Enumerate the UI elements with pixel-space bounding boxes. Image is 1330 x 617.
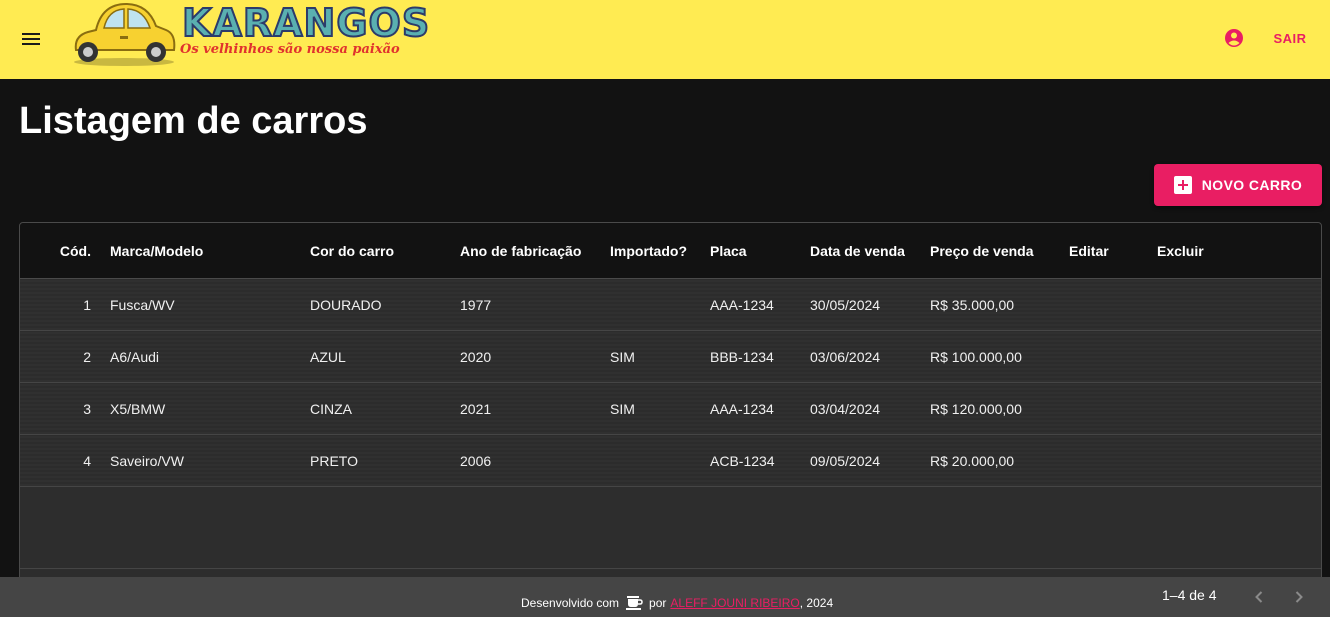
cell-plate: BBB-1234 xyxy=(710,349,774,365)
pagination-range: 1–4 de 4 xyxy=(1162,587,1217,603)
cell-price: R$ 20.000,00 xyxy=(930,453,1015,469)
cell-sale-date: 30/05/2024 xyxy=(810,297,881,313)
footer: Desenvolvido com por ALEFF JOUNI RIBEIRO… xyxy=(0,577,1330,617)
cell-color: PRETO xyxy=(310,453,358,469)
cell-price: R$ 120.000,00 xyxy=(930,401,1022,417)
table-footer-divider xyxy=(20,568,1321,569)
footer-by: por xyxy=(649,596,667,610)
menu-button[interactable] xyxy=(18,26,44,52)
cell-year: 2021 xyxy=(460,401,492,417)
column-header-price[interactable]: Preço de venda xyxy=(930,223,1034,279)
cell-id: 2 xyxy=(83,349,91,365)
chevron-left-icon xyxy=(1255,591,1263,603)
cell-model: Saveiro/VW xyxy=(110,453,184,469)
cell-plate: ACB-1234 xyxy=(710,453,775,469)
add-box-icon xyxy=(1173,176,1192,194)
cell-id: 3 xyxy=(83,401,91,417)
coffee-icon xyxy=(626,596,643,610)
cell-imported: SIM xyxy=(610,401,635,417)
cell-sale-date: 03/04/2024 xyxy=(810,401,881,417)
logout-button[interactable]: SAIR xyxy=(1262,22,1318,54)
account-button[interactable] xyxy=(1222,26,1246,50)
new-car-button[interactable]: NOVO CARRO xyxy=(1154,164,1322,206)
cell-year: 2020 xyxy=(460,349,492,365)
cell-year: 2006 xyxy=(460,453,492,469)
column-header-edit[interactable]: Editar xyxy=(1069,223,1109,279)
table-row[interactable]: 3 X5/BMW CINZA 2021 SIM AAA-1234 03/04/2… xyxy=(20,383,1321,435)
column-header-delete[interactable]: Excluir xyxy=(1157,223,1204,279)
cell-color: AZUL xyxy=(310,349,346,365)
cell-sale-date: 03/06/2024 xyxy=(810,349,881,365)
account-circle-icon xyxy=(1225,29,1243,47)
cell-imported: SIM xyxy=(610,349,635,365)
logo-title: KARANGOS xyxy=(181,0,431,46)
previous-page-button[interactable] xyxy=(1247,585,1271,609)
cell-color: CINZA xyxy=(310,401,352,417)
cell-id: 4 xyxy=(83,453,91,469)
table-row[interactable]: 1 Fusca/WV DOURADO 1977 AAA-1234 30/05/2… xyxy=(20,279,1321,331)
cell-sale-date: 09/05/2024 xyxy=(810,453,881,469)
column-header-color[interactable]: Cor do carro xyxy=(310,223,394,279)
cars-table: Cód. Marca/Modelo Cor do carro Ano de fa… xyxy=(19,222,1322,617)
logo[interactable]: KARANGOS Os velhinhos são nossa paixão xyxy=(70,0,430,70)
column-header-year[interactable]: Ano de fabricação xyxy=(460,223,581,279)
cell-year: 1977 xyxy=(460,297,492,313)
cell-plate: AAA-1234 xyxy=(710,401,774,417)
car-logo-icon xyxy=(74,2,176,66)
column-header-imported[interactable]: Importado? xyxy=(610,223,687,279)
cell-plate: AAA-1234 xyxy=(710,297,774,313)
cell-model: A6/Audi xyxy=(110,349,160,365)
cell-model: Fusca/WV xyxy=(110,297,175,313)
next-page-button[interactable] xyxy=(1287,585,1311,609)
app-bar: KARANGOS Os velhinhos são nossa paixão S… xyxy=(0,0,1330,79)
table-row[interactable]: 4 Saveiro/VW PRETO 2006 ACB-1234 09/05/2… xyxy=(20,435,1321,487)
column-header-plate[interactable]: Placa xyxy=(710,223,747,279)
column-header-id[interactable]: Cód. xyxy=(20,223,91,279)
page-title: Listagem de carros xyxy=(19,100,368,142)
cell-model: X5/BMW xyxy=(110,401,166,417)
table-row[interactable]: 2 A6/Audi AZUL 2020 SIM BBB-1234 03/06/2… xyxy=(20,331,1321,383)
table-header: Cód. Marca/Modelo Cor do carro Ano de fa… xyxy=(20,223,1321,279)
cell-price: R$ 100.000,00 xyxy=(930,349,1022,365)
column-header-sale-date[interactable]: Data de venda xyxy=(810,223,905,279)
footer-credit: Desenvolvido com por ALEFF JOUNI RIBEIRO… xyxy=(521,595,833,611)
chevron-right-icon xyxy=(1295,591,1303,603)
cell-id: 1 xyxy=(83,297,91,313)
menu-icon xyxy=(22,33,40,45)
footer-prefix: Desenvolvido com xyxy=(521,596,620,610)
footer-year: , 2024 xyxy=(799,596,834,610)
logo-subtitle: Os velhinhos são nossa paixão xyxy=(180,42,400,57)
author-link[interactable]: ALEFF JOUNI RIBEIRO xyxy=(670,596,799,610)
cell-color: DOURADO xyxy=(310,297,382,313)
cell-price: R$ 35.000,00 xyxy=(930,297,1015,313)
column-header-model[interactable]: Marca/Modelo xyxy=(110,223,203,279)
new-car-button-label: NOVO CARRO xyxy=(1201,177,1303,193)
